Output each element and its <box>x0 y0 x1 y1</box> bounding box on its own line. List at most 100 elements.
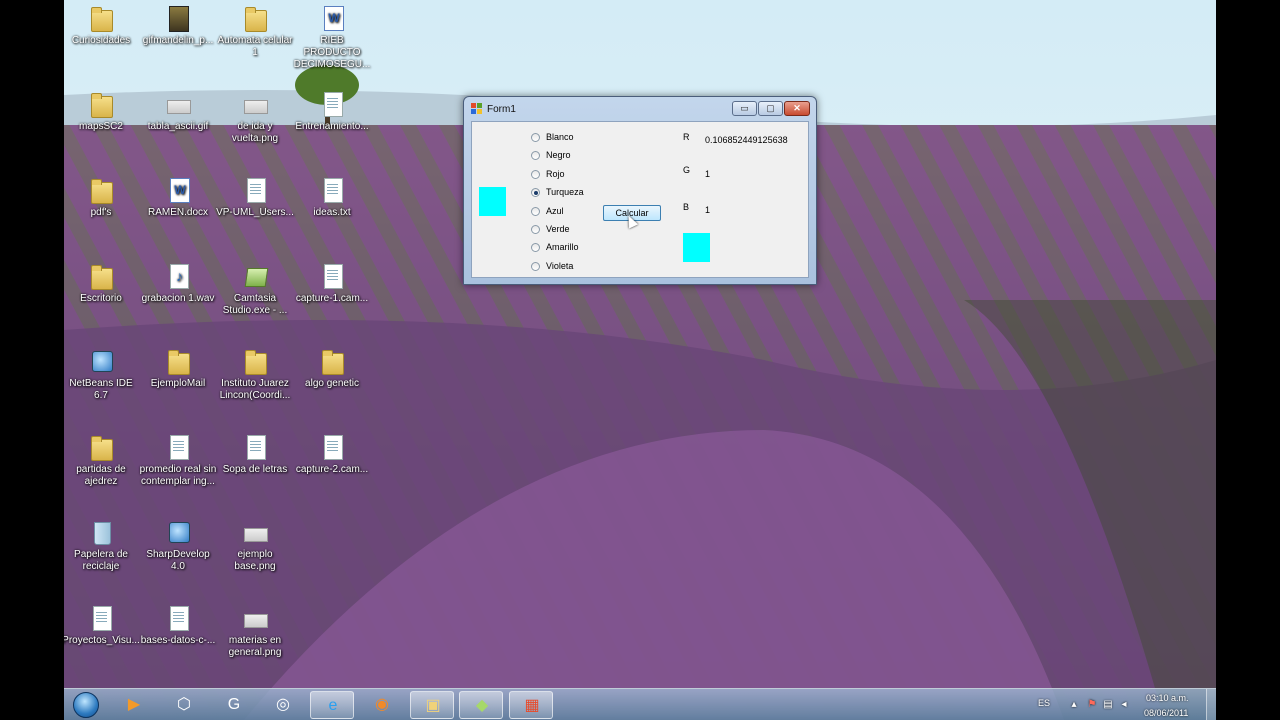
desktop-icon-label: de ida y vuelta.png <box>231 121 279 144</box>
desktop-icon[interactable]: Entrenamiento... <box>293 90 371 133</box>
r-label: R <box>683 132 690 142</box>
radio-label: Rojo <box>546 168 565 179</box>
desktop-icon-label: EjemploMail <box>150 378 206 389</box>
form-icon <box>471 103 482 114</box>
desktop-icon[interactable]: de ida y vuelta.png <box>216 90 294 145</box>
radio-dot-icon[interactable] <box>531 188 540 198</box>
word-icon <box>320 4 344 32</box>
minimize-button[interactable]: ▭ <box>732 101 757 116</box>
desktop-icon-label: promedio real sin contemplar ing... <box>139 464 217 487</box>
show-desktop-button[interactable] <box>1206 689 1216 720</box>
folder-icon <box>243 4 267 32</box>
radio-dot-icon[interactable] <box>531 225 540 234</box>
action-center-icon[interactable]: ⚑ <box>1086 699 1098 711</box>
desktop-icon[interactable]: Instituto Juarez Lincon(Coordi... <box>216 347 294 402</box>
network-icon[interactable]: ▤ <box>1102 699 1114 711</box>
close-button[interactable]: ✕ <box>784 101 810 116</box>
r-value: 0.106852449125638 <box>705 135 788 145</box>
desktop-icon-label: Curiosidades <box>71 35 131 46</box>
desktop-icon[interactable]: Sopa de letras <box>216 433 294 476</box>
radio-dot-icon[interactable] <box>531 169 540 179</box>
form1-titlebar[interactable]: Form1 ▭ ▢ ✕ <box>464 97 816 121</box>
img-icon <box>166 90 191 118</box>
volume-icon[interactable]: ◂ <box>1118 699 1130 711</box>
form1-window[interactable]: Form1 ▭ ▢ ✕ Blanco Negro Rojo Turqueza Azul V… <box>463 96 817 285</box>
taskbar-button[interactable]: ◆ <box>459 691 503 719</box>
form-app-icon: ▦ <box>524 697 540 714</box>
desktop-icon[interactable]: pdf's <box>64 176 140 219</box>
camtasia-icon: ◆ <box>475 697 489 714</box>
folder-icon <box>243 347 267 375</box>
desktop-icon-label: Entrenamiento... <box>295 121 369 132</box>
doc-icon <box>89 604 113 632</box>
desktop-icon-label: capture-1.cam... <box>295 293 369 304</box>
desktop-icon[interactable]: Escritorio <box>64 262 140 305</box>
doc-icon <box>166 433 190 461</box>
radio-label: Negro <box>546 150 571 161</box>
img-icon <box>243 90 268 118</box>
desktop-icon[interactable]: EjemploMail <box>139 347 217 390</box>
desktop-icon-label: Papelera de reciclaje <box>74 549 128 572</box>
desktop-icon[interactable]: promedio real sin contemplar ing... <box>139 433 217 488</box>
taskbar-button[interactable]: G <box>212 691 256 719</box>
desktop-icon[interactable]: partidas de ajedrez <box>64 433 140 488</box>
b-label: B <box>683 202 690 212</box>
desktop-icon[interactable]: VP-UML_Users... <box>216 176 294 219</box>
language-indicator[interactable]: ES <box>1038 698 1050 708</box>
desktop-icon-label: RIEB PRODUCTO DECIMOSEGU... <box>293 35 371 70</box>
selected-color-swatch <box>479 187 506 216</box>
bin-icon <box>89 518 113 546</box>
desktop-icon-label: bases-datos-c-... <box>140 635 216 646</box>
radio-dot-icon[interactable] <box>531 206 540 216</box>
desktop-icon[interactable]: Curiosidades <box>64 4 140 47</box>
taskbar-button[interactable]: ▶ <box>112 691 156 719</box>
taskbar-button[interactable]: ▣ <box>410 691 454 719</box>
system-tray: ES ▴ ⚑ ▤ ◂ 03:10 a.m. 08/06/2011 <box>1036 689 1216 720</box>
desktop-icon[interactable]: mapsSC2 <box>64 90 140 133</box>
desktop-icon[interactable]: NetBeans IDE 6.7 <box>64 347 140 402</box>
form1-client-area: Blanco Negro Rojo Turqueza Azul Verde Amarillo… <box>471 121 809 278</box>
doc-icon <box>320 90 344 118</box>
desktop-icon[interactable]: capture-1.cam... <box>293 262 371 305</box>
desktop: Curiosidades gifmandelin_p... Automata cel… <box>64 0 1216 720</box>
taskbar-button[interactable]: ▦ <box>509 691 553 719</box>
radio-dot-icon[interactable] <box>531 261 540 271</box>
doc-icon <box>243 433 267 461</box>
maximize-button[interactable]: ▢ <box>758 101 783 116</box>
clock-date[interactable]: 08/06/2011 <box>1144 708 1188 718</box>
taskbar-button[interactable]: e <box>310 691 354 719</box>
desktop-icon[interactable]: ejemplo base.png <box>216 518 294 573</box>
desktop-icon-label: VP-UML_Users... <box>216 207 294 218</box>
taskbar-button[interactable]: ◎ <box>261 691 305 719</box>
radio-dot-icon[interactable] <box>531 151 540 161</box>
desktop-icon[interactable]: Papelera de reciclaje <box>64 518 140 573</box>
desktop-icon-label: Proyectos_Visu... <box>64 635 140 646</box>
desktop-icon-label: ideas.txt <box>313 207 351 218</box>
desktop-icon[interactable]: tabla_ascii.gif <box>139 90 217 133</box>
clock-time[interactable]: 03:10 a.m. <box>1146 693 1189 703</box>
taskbar-button[interactable]: ⬡ <box>162 691 206 719</box>
desktop-icon[interactable]: bases-datos-c-... <box>139 604 217 647</box>
desktop-icon[interactable]: Automata celular 1 <box>216 4 294 59</box>
desktop-icon[interactable]: RAMEN.docx <box>139 176 217 219</box>
desktop-icon[interactable]: grabacion 1.wav <box>139 262 217 305</box>
taskbar-button[interactable]: ◉ <box>360 691 404 719</box>
desktop-icon[interactable]: materias en general.png <box>216 604 294 659</box>
desktop-icon-label: materias en general.png <box>228 635 282 658</box>
desktop-icon[interactable]: Proyectos_Visu... <box>64 604 140 647</box>
desktop-icon[interactable]: algo genetic <box>293 347 371 390</box>
desktop-icon[interactable]: ideas.txt <box>293 176 371 219</box>
desktop-icon-label: Camtasia Studio.exe - ... <box>222 293 288 316</box>
desktop-icon-label: RAMEN.docx <box>147 207 208 218</box>
desktop-icon[interactable]: gifmandelin_p... <box>139 4 217 47</box>
show-hidden-icons-icon[interactable]: ▴ <box>1068 699 1080 711</box>
desktop-icon[interactable]: SharpDevelop 4.0 <box>139 518 217 573</box>
g-value: 1 <box>705 169 711 179</box>
radio-dot-icon[interactable] <box>531 133 540 142</box>
desktop-icon[interactable]: Camtasia Studio.exe - ... <box>216 262 294 317</box>
radio-dot-icon[interactable] <box>531 243 540 253</box>
radio-label: Blanco <box>546 132 574 142</box>
desktop-icon[interactable]: RIEB PRODUCTO DECIMOSEGU... <box>293 4 371 71</box>
start-button[interactable] <box>68 689 104 720</box>
desktop-icon[interactable]: capture-2.cam... <box>293 433 371 476</box>
